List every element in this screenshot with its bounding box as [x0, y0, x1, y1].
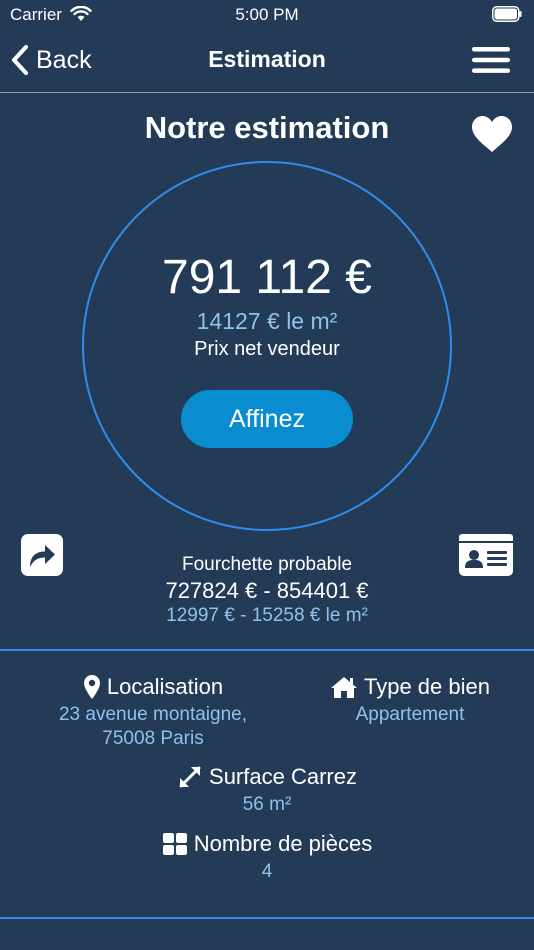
status-time: 5:00 PM — [235, 5, 299, 24]
price-per-m2: 14127 € le m² — [196, 308, 338, 334]
estimation-heading: Notre estimation — [144, 110, 390, 145]
battery-icon — [492, 6, 522, 22]
nav-divider — [0, 92, 534, 93]
property-type-block: Type de bien Appartement — [316, 674, 504, 727]
grid-icon — [162, 833, 187, 855]
rooms-block: Nombre de pièces 4 — [0, 831, 534, 884]
rooms-title-row: Nombre de pièces — [0, 831, 534, 857]
surface-title: Surface Carrez — [209, 764, 357, 789]
surface-title-row: Surface Carrez — [0, 764, 534, 790]
section-divider — [0, 649, 534, 651]
bottom-divider — [0, 917, 534, 919]
property-type-value: Appartement — [355, 704, 465, 725]
location-title-row: Localisation — [0, 674, 306, 700]
location-line1: 23 avenue montaigne, — [58, 704, 248, 725]
location-title: Localisation — [106, 674, 224, 699]
home-icon — [331, 677, 357, 698]
range-label: Fourchette probable — [181, 554, 353, 575]
net-seller-price-label: Prix net vendeur — [194, 338, 340, 360]
refine-button[interactable]: Affinez — [181, 390, 353, 448]
property-type-title-row: Type de bien — [316, 674, 504, 700]
location-line2: 75008 Paris — [102, 728, 204, 749]
surface-value: 56 m² — [242, 794, 292, 815]
hamburger-menu-icon[interactable] — [471, 45, 511, 75]
range-price-per-m2: 12997 € - 15258 € le m² — [166, 605, 368, 626]
location-block: Localisation 23 avenue montaigne, 75008 … — [0, 674, 306, 751]
range-price: 727824 € - 854401 € — [165, 578, 369, 603]
map-pin-icon — [83, 675, 100, 699]
heart-icon[interactable] — [470, 114, 514, 154]
rooms-value: 4 — [261, 861, 273, 882]
expand-arrows-icon — [179, 766, 201, 788]
estimated-price: 791 112 € — [162, 251, 372, 304]
page-title: Estimation — [208, 46, 326, 72]
rooms-title: Nombre de pièces — [193, 831, 373, 856]
surface-block: Surface Carrez 56 m² — [0, 764, 534, 817]
property-type-title: Type de bien — [364, 674, 490, 699]
